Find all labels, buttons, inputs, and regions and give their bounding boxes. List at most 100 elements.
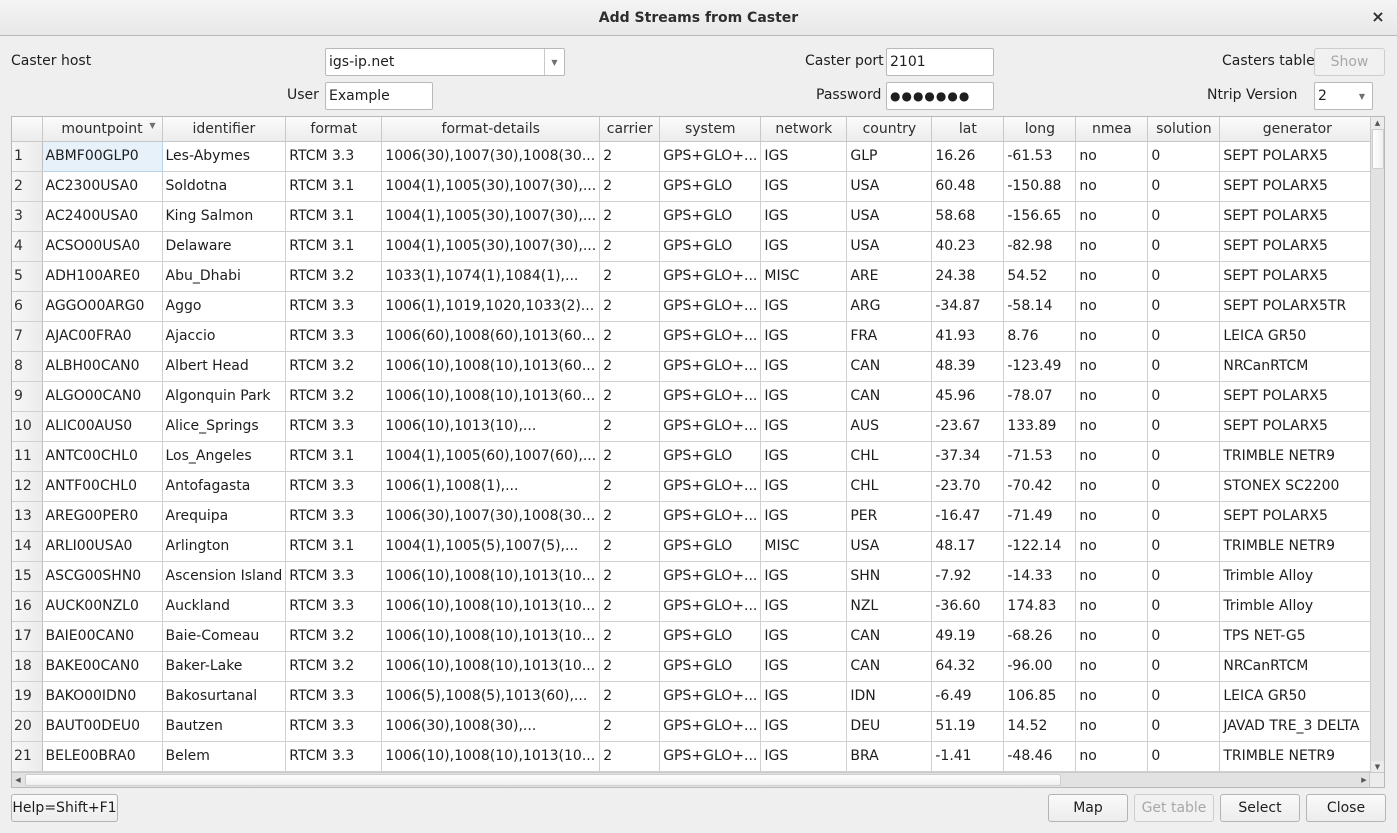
- cell-network[interactable]: IGS: [760, 711, 848, 742]
- user-input[interactable]: Example: [325, 82, 433, 110]
- streams-table[interactable]: mountpoint ▼ identifier format format-detail…: [11, 116, 1385, 788]
- cell-mountpoint[interactable]: ASCG00SHN0: [42, 561, 163, 592]
- cell-country[interactable]: ARG: [846, 291, 933, 322]
- cell-lat[interactable]: 16.26: [931, 141, 1005, 172]
- corner-header[interactable]: [12, 117, 43, 142]
- row-number[interactable]: 4: [12, 231, 43, 262]
- cell-nmea[interactable]: no: [1075, 561, 1149, 592]
- cell-solution[interactable]: 0: [1147, 531, 1221, 562]
- cell-country[interactable]: DEU: [846, 711, 933, 742]
- row-number[interactable]: 13: [12, 501, 43, 532]
- cell-format-details[interactable]: 1004(1),1005(60),1007(60),...: [381, 441, 601, 472]
- cell-identifier[interactable]: Antofagasta: [162, 471, 287, 502]
- vertical-scrollbar-thumb[interactable]: [1372, 129, 1384, 169]
- cell-network[interactable]: IGS: [760, 411, 848, 442]
- cell-mountpoint[interactable]: ALIC00AUS0: [42, 411, 163, 442]
- cell-identifier[interactable]: Alice_Springs: [162, 411, 287, 442]
- password-input[interactable]: ●●●●●●●: [886, 82, 994, 110]
- cell-country[interactable]: USA: [846, 231, 933, 262]
- cell-identifier[interactable]: Arlington: [162, 531, 287, 562]
- cell-country[interactable]: USA: [846, 531, 933, 562]
- cell-nmea[interactable]: no: [1075, 291, 1149, 322]
- cell-solution[interactable]: 0: [1147, 291, 1221, 322]
- cell-solution[interactable]: 0: [1147, 651, 1221, 682]
- cell-long[interactable]: -78.07: [1003, 381, 1077, 412]
- cell-solution[interactable]: 0: [1147, 261, 1221, 292]
- cell-format[interactable]: RTCM 3.3: [285, 591, 383, 622]
- cell-carrier[interactable]: 2: [599, 411, 661, 442]
- cell-solution[interactable]: 0: [1147, 501, 1221, 532]
- cell-nmea[interactable]: no: [1075, 231, 1149, 262]
- cell-long[interactable]: 8.76: [1003, 321, 1077, 352]
- horizontal-scrollbar[interactable]: ◀ ▶: [12, 772, 1370, 787]
- cell-country[interactable]: FRA: [846, 321, 933, 352]
- cell-nmea[interactable]: no: [1075, 411, 1149, 442]
- cell-country[interactable]: CHL: [846, 471, 933, 502]
- cell-generator[interactable]: Trimble Alloy: [1219, 591, 1376, 622]
- cell-format-details[interactable]: 1004(1),1005(30),1007(30),...: [381, 171, 601, 202]
- cell-system[interactable]: GPS+GLO+...: [659, 471, 762, 502]
- cell-generator[interactable]: NRCanRTCM: [1219, 351, 1376, 382]
- cell-mountpoint[interactable]: AC2300USA0: [42, 171, 163, 202]
- cell-long[interactable]: -61.53: [1003, 141, 1077, 172]
- column-header-long[interactable]: long: [1003, 117, 1077, 142]
- cell-lat[interactable]: 41.93: [931, 321, 1005, 352]
- cell-carrier[interactable]: 2: [599, 471, 661, 502]
- cell-country[interactable]: CAN: [846, 651, 933, 682]
- cell-identifier[interactable]: Baker-Lake: [162, 651, 287, 682]
- cell-system[interactable]: GPS+GLO: [659, 441, 762, 472]
- cell-generator[interactable]: JAVAD TRE_3 DELTA: [1219, 711, 1376, 742]
- column-header-identifier[interactable]: identifier: [162, 117, 287, 142]
- cell-nmea[interactable]: no: [1075, 441, 1149, 472]
- cell-carrier[interactable]: 2: [599, 381, 661, 412]
- cell-generator[interactable]: SEPT POLARX5: [1219, 201, 1376, 232]
- cell-generator[interactable]: TRIMBLE NETR9: [1219, 531, 1376, 562]
- row-number[interactable]: 1: [12, 141, 43, 172]
- cell-format[interactable]: RTCM 3.3: [285, 141, 383, 172]
- cell-mountpoint[interactable]: ARLI00USA0: [42, 531, 163, 562]
- cell-system[interactable]: GPS+GLO: [659, 171, 762, 202]
- cell-system[interactable]: GPS+GLO+...: [659, 351, 762, 382]
- chevron-down-icon[interactable]: ▼: [1352, 83, 1372, 109]
- cell-system[interactable]: GPS+GLO: [659, 651, 762, 682]
- cell-format-details[interactable]: 1033(1),1074(1),1084(1),...: [381, 261, 601, 292]
- cell-format[interactable]: RTCM 3.1: [285, 231, 383, 262]
- cell-identifier[interactable]: Ajaccio: [162, 321, 287, 352]
- cell-long[interactable]: -150.88: [1003, 171, 1077, 202]
- cell-nmea[interactable]: no: [1075, 741, 1149, 772]
- cell-long[interactable]: 54.52: [1003, 261, 1077, 292]
- cell-carrier[interactable]: 2: [599, 201, 661, 232]
- cell-nmea[interactable]: no: [1075, 351, 1149, 382]
- cell-solution[interactable]: 0: [1147, 351, 1221, 382]
- cell-identifier[interactable]: Ascension Island: [162, 561, 287, 592]
- column-header-carrier[interactable]: carrier: [599, 117, 661, 142]
- cell-generator[interactable]: SEPT POLARX5: [1219, 231, 1376, 262]
- table-row[interactable]: 18 BAKE00CAN0 Baker-Lake RTCM 3.2 1006(10),1…: [12, 651, 1376, 682]
- cell-long[interactable]: -122.14: [1003, 531, 1077, 562]
- row-number[interactable]: 16: [12, 591, 43, 622]
- column-header-mountpoint[interactable]: mountpoint ▼: [42, 117, 163, 142]
- cell-generator[interactable]: SEPT POLARX5: [1219, 501, 1376, 532]
- cell-format-details[interactable]: 1004(1),1005(5),1007(5),...: [381, 531, 601, 562]
- get-table-button[interactable]: Get table: [1134, 794, 1214, 822]
- cell-format-details[interactable]: 1006(10),1008(10),1013(10...: [381, 741, 601, 772]
- cell-format[interactable]: RTCM 3.3: [285, 711, 383, 742]
- cell-format-details[interactable]: 1006(30),1007(30),1008(30...: [381, 141, 601, 172]
- cell-long[interactable]: 133.89: [1003, 411, 1077, 442]
- cell-carrier[interactable]: 2: [599, 171, 661, 202]
- cell-long[interactable]: 174.83: [1003, 591, 1077, 622]
- cell-format-details[interactable]: 1006(5),1008(5),1013(60),...: [381, 681, 601, 712]
- chevron-down-icon[interactable]: ▼: [544, 49, 564, 75]
- table-row[interactable]: 14 ARLI00USA0 Arlington RTCM 3.1 1004(1),100…: [12, 531, 1376, 562]
- table-row[interactable]: 6 AGGO00ARG0 Aggo RTCM 3.3 1006(1),1019,1020…: [12, 291, 1376, 322]
- cell-format-details[interactable]: 1004(1),1005(30),1007(30),...: [381, 231, 601, 262]
- table-row[interactable]: 2 AC2300USA0 Soldotna RTCM 3.1 1004(1),1005(…: [12, 171, 1376, 202]
- cell-network[interactable]: IGS: [760, 741, 848, 772]
- table-row[interactable]: 17 BAIE00CAN0 Baie-Comeau RTCM 3.2 1006(10),…: [12, 621, 1376, 652]
- cell-carrier[interactable]: 2: [599, 621, 661, 652]
- cell-carrier[interactable]: 2: [599, 441, 661, 472]
- close-icon[interactable]: ×: [1369, 8, 1387, 26]
- row-number[interactable]: 19: [12, 681, 43, 712]
- cell-nmea[interactable]: no: [1075, 651, 1149, 682]
- table-row[interactable]: 12 ANTF00CHL0 Antofagasta RTCM 3.3 1006(1),1…: [12, 471, 1376, 502]
